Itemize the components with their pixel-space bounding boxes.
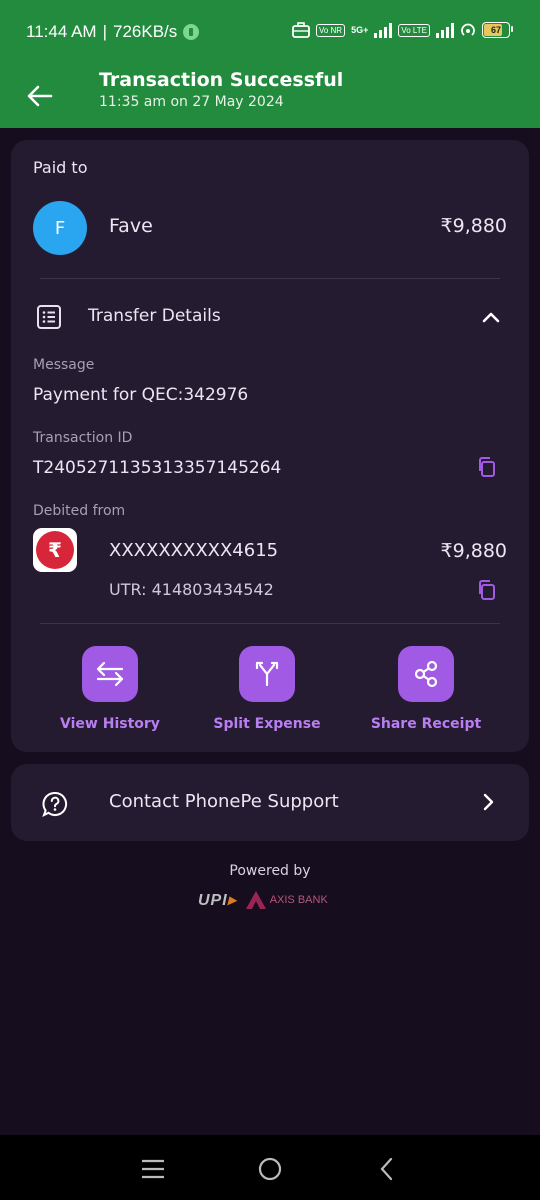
list-details-icon: [37, 305, 61, 329]
upi-text: UPI: [198, 892, 228, 909]
divider: [40, 278, 500, 279]
network-type: 5G+: [351, 25, 369, 35]
chevron-right-icon: [483, 793, 494, 811]
back-arrow-icon: [27, 85, 53, 107]
split-expense-icon-button[interactable]: [239, 646, 295, 702]
transaction-card: Paid to F Fave ₹9,880 Transfer Details M…: [11, 140, 529, 752]
utr-number: UTR: 414803434542: [109, 580, 274, 599]
menu-icon[interactable]: [139, 1155, 167, 1183]
split-icon: [255, 661, 279, 687]
contact-support-label: Contact PhonePe Support: [109, 791, 339, 812]
split-expense-button[interactable]: Split Expense: [192, 646, 342, 732]
payee-name[interactable]: Fave: [109, 215, 153, 237]
copy-utr-icon[interactable]: [475, 578, 499, 602]
battery-icon: 67: [482, 22, 513, 38]
upi-logo: UPI▸: [198, 892, 237, 909]
hotspot-icon: [461, 23, 475, 36]
share-receipt-icon-button[interactable]: [398, 646, 454, 702]
share-receipt-label: Share Receipt: [370, 716, 482, 732]
axis-bank-name: AXIS BANK: [269, 894, 328, 906]
volte-badge-1: Vo NR: [315, 23, 346, 37]
transfer-details-title[interactable]: Transfer Details: [88, 306, 221, 326]
transaction-id-value: T2405271135313357145264: [33, 458, 282, 478]
partner-logos: UPI▸ AXIS BANK: [198, 890, 328, 910]
share-receipt-button[interactable]: Share Receipt: [351, 646, 501, 732]
notification-icon: [183, 24, 200, 40]
transaction-id-label: Transaction ID: [33, 430, 133, 446]
battery-level: 67: [490, 25, 501, 35]
status-time: 11:44 AM: [26, 22, 97, 41]
divider: [40, 623, 500, 624]
back-button[interactable]: [22, 76, 58, 116]
app-bar: Transaction Successful 11:35 am on 27 Ma…: [0, 66, 540, 128]
split-expense-label: Split Expense: [213, 716, 321, 732]
powered-by-label: Powered by: [229, 863, 311, 879]
paid-amount: ₹9,880: [440, 215, 507, 237]
view-history-icon-button[interactable]: [82, 646, 138, 702]
paid-to-label: Paid to: [33, 158, 88, 177]
transaction-time: 11:35 am on 27 May 2024: [99, 94, 284, 110]
page-title: Transaction Successful: [99, 69, 344, 91]
message-value: Payment for QEC:342976: [33, 385, 249, 405]
support-row[interactable]: Contact PhonePe Support: [11, 764, 529, 841]
signal-icon-1: [374, 22, 393, 38]
view-history-button[interactable]: View History: [35, 646, 185, 732]
avatar: F: [33, 201, 87, 255]
signal-icon-2: [436, 22, 454, 38]
bank-logo: ₹: [33, 528, 77, 572]
copy-icon[interactable]: [475, 455, 499, 479]
share-icon: [414, 660, 438, 688]
status-bar: 11:44 AM | 726KB/s Vo NR 5G+ Vo LTE 67: [0, 0, 540, 66]
debited-from-label: Debited from: [33, 503, 126, 519]
briefcase-icon: [292, 22, 310, 38]
account-number: XXXXXXXXXX4615: [109, 540, 279, 561]
volte-badge-2: Vo LTE: [398, 23, 430, 37]
help-icon: [42, 791, 68, 817]
back-nav-icon[interactable]: [373, 1155, 401, 1183]
status-speed: 726KB/s: [113, 22, 178, 41]
home-icon[interactable]: [256, 1155, 284, 1183]
bank-logo-mark: ₹: [36, 531, 74, 569]
system-nav-bar: [0, 1135, 540, 1200]
debit-amount: ₹9,880: [440, 540, 507, 562]
message-label: Message: [33, 357, 95, 373]
status-separator: |: [102, 22, 107, 41]
view-history-label: View History: [60, 716, 160, 732]
chevron-up-icon[interactable]: [477, 303, 505, 331]
axis-logo-icon: [245, 891, 266, 909]
swap-arrows-icon: [96, 661, 124, 687]
axis-bank-logo: AXIS BANK: [245, 890, 328, 910]
